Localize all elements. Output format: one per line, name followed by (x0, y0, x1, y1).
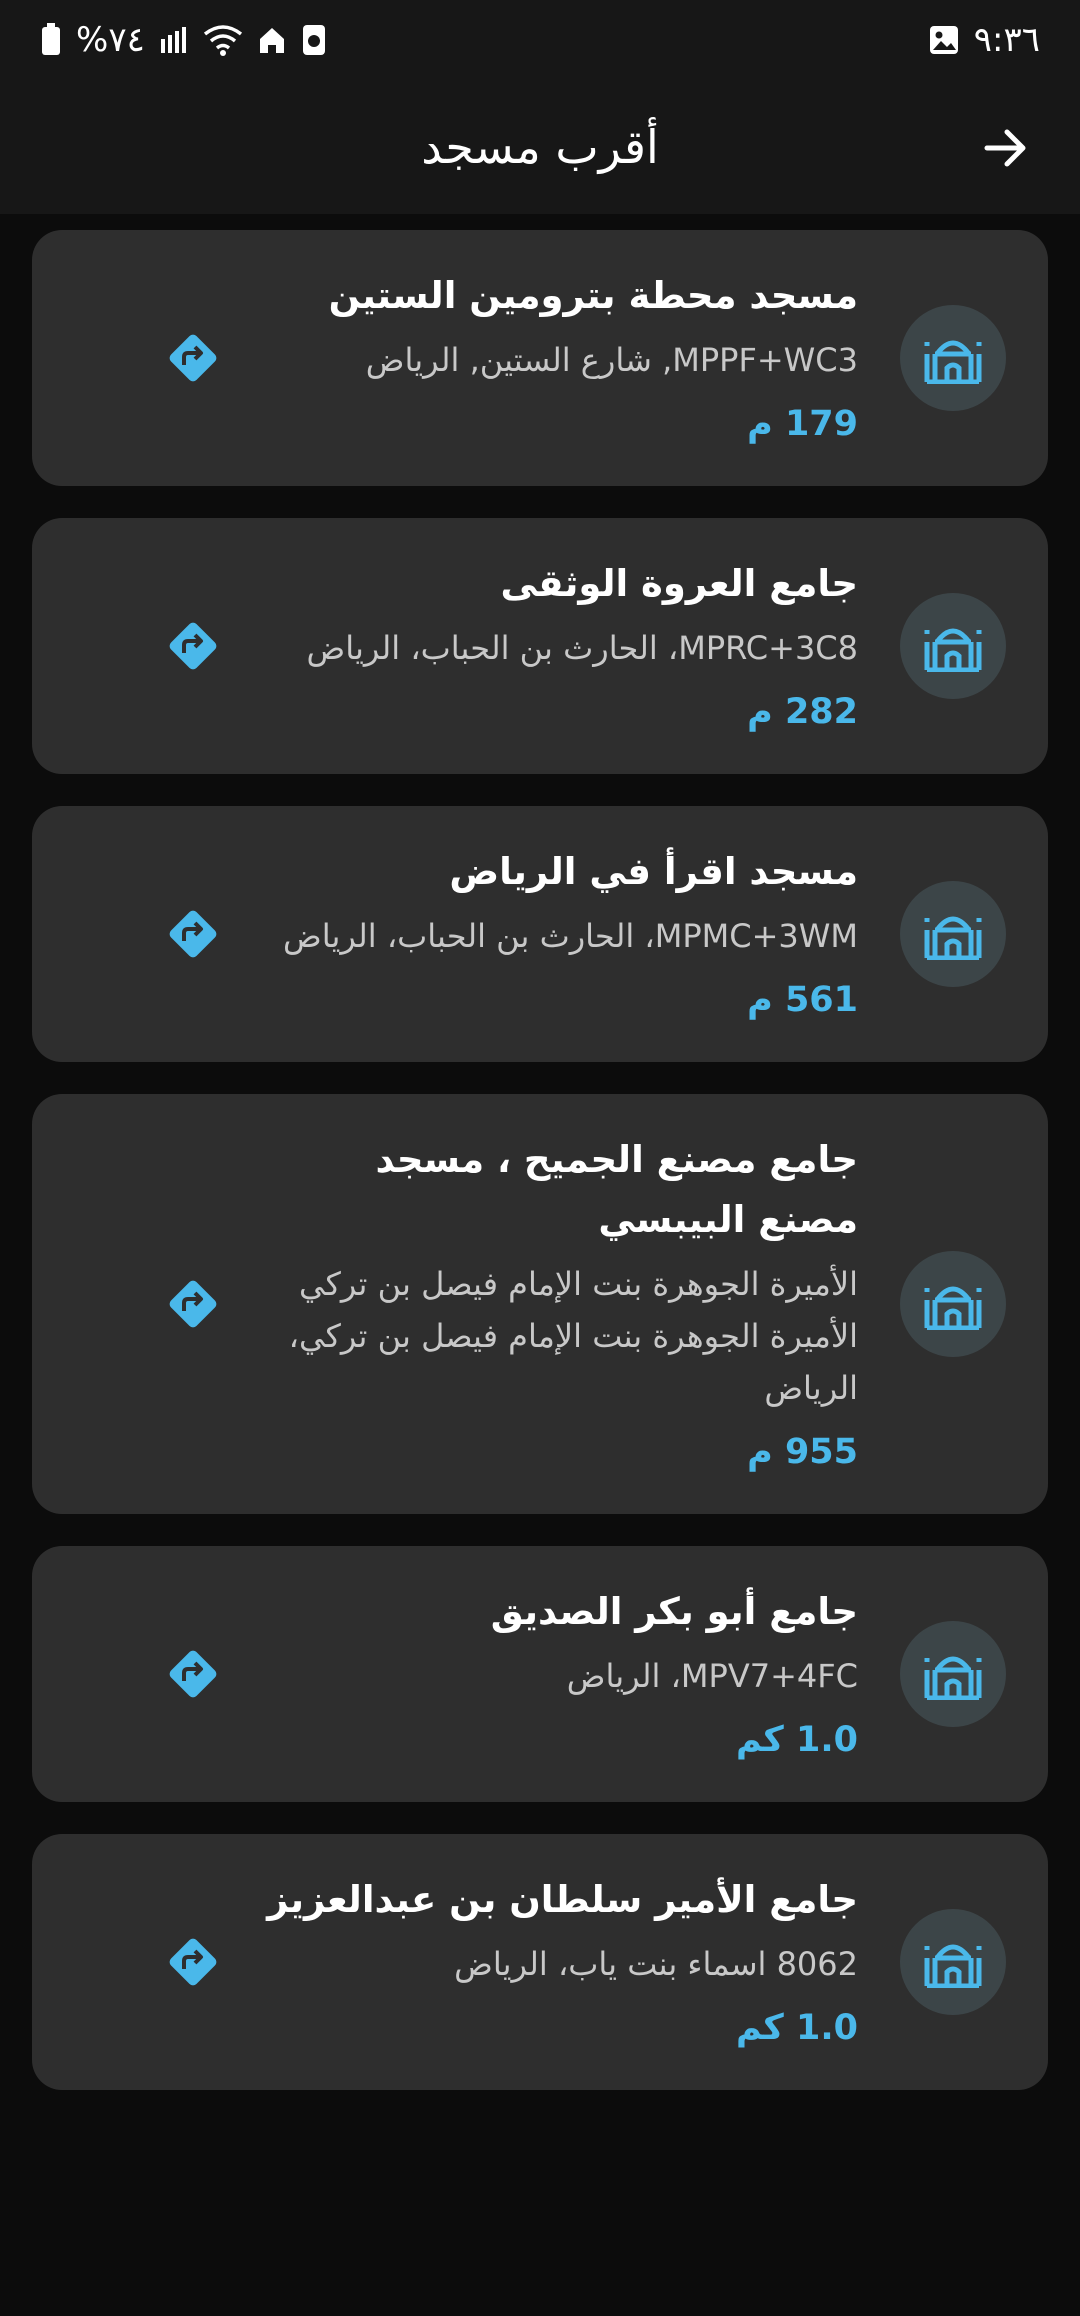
mosque-address: 8062 اسماء بنت ياب، الرياض (454, 1945, 858, 1983)
mosque-name: جامع الأمير سلطان بن عبدالعزيز (267, 1878, 858, 1921)
mosque-distance: 282 م (747, 692, 858, 732)
page-title: أقرب مسجد (421, 120, 659, 174)
directions-icon (169, 1280, 217, 1328)
app-bar: أقرب مسجد (0, 80, 1080, 214)
directions-icon (169, 622, 217, 670)
directions-button[interactable] (160, 325, 226, 391)
mosque-name: جامع مصنع الجميح ، مسجد مصنع البيبسي (375, 1138, 858, 1241)
mosque-distance: 561 م (747, 980, 858, 1020)
directions-icon (169, 910, 217, 958)
mosque-avatar (900, 1251, 1006, 1357)
directions-button[interactable] (160, 613, 226, 679)
status-left: %٧٤ (40, 20, 327, 60)
mosque-address: MPPF+WC3, شارع الستين, الرياض (365, 341, 858, 379)
battery-icon (42, 23, 60, 55)
directions-icon (169, 1650, 217, 1698)
directions-button[interactable] (160, 1641, 226, 1707)
mosque-card[interactable]: مسجد اقرأ في الرياض MPMC+3WM، الحارث بن … (32, 806, 1048, 1062)
mosque-info: جامع الأمير سلطان بن عبدالعزيز 8062 اسما… (266, 1870, 858, 2054)
directions-button[interactable] (160, 901, 226, 967)
directions-button[interactable] (160, 1929, 226, 1995)
clock: ٩:٣٦ (973, 20, 1040, 60)
mosque-name: جامع العروة الوثقى (500, 562, 858, 605)
back-button[interactable] (976, 118, 1036, 178)
mosque-name: جامع أبو بكر الصديق (490, 1590, 858, 1633)
mosque-info: جامع مصنع الجميح ، مسجد مصنع البيبسي الأ… (266, 1130, 858, 1478)
mosque-avatar (900, 305, 1006, 411)
mosque-icon (924, 340, 982, 384)
mosque-card[interactable]: جامع الأمير سلطان بن عبدالعزيز 8062 اسما… (32, 1834, 1048, 2090)
battery-percent: %٧٤ (76, 20, 145, 60)
mosque-icon (924, 1286, 982, 1330)
mosque-info: جامع أبو بكر الصديق MPV7+4FC، الرياض 1.0… (266, 1582, 858, 1766)
mosque-avatar (900, 1909, 1006, 2015)
mosque-list: مسجد محطة بترومين الستين MPPF+WC3, شارع … (32, 230, 1048, 2122)
arrow-right-icon (984, 129, 1026, 167)
mosque-distance: 179 م (747, 404, 858, 444)
status-right: ٩:٣٦ (928, 20, 1040, 60)
mosque-avatar (900, 1621, 1006, 1727)
mosque-name: مسجد اقرأ في الرياض (449, 850, 858, 893)
mosque-distance: 1.0 كم (735, 2008, 858, 2048)
mosque-icon (924, 916, 982, 960)
directions-icon (169, 1938, 217, 1986)
directions-icon (169, 334, 217, 382)
image-icon (929, 26, 958, 54)
mosque-avatar (900, 881, 1006, 987)
status-bar: %٧٤ ٩:٣٦ (0, 0, 1080, 80)
wifi-icon (203, 25, 242, 56)
mosque-icon (924, 1656, 982, 1700)
mosque-distance: 1.0 كم (735, 1720, 858, 1760)
mosque-card[interactable]: مسجد محطة بترومين الستين MPPF+WC3, شارع … (32, 230, 1048, 486)
mosque-info: جامع العروة الوثقى MPRC+3C8، الحارث بن ا… (266, 554, 858, 738)
signal-icon (160, 27, 186, 53)
mosque-icon (924, 1944, 982, 1988)
recycle-icon (302, 25, 325, 55)
mosque-avatar (900, 593, 1006, 699)
directions-button[interactable] (160, 1271, 226, 1337)
mosque-address: الأميرة الجوهرة بنت الإمام فيصل بن تركي … (288, 1265, 858, 1407)
mosque-info: مسجد محطة بترومين الستين MPPF+WC3, شارع … (266, 266, 858, 450)
mosque-address: MPMC+3WM، الحارث بن الحباب، الرياض (283, 917, 858, 955)
mosque-name: مسجد محطة بترومين الستين (328, 274, 858, 317)
mosque-address: MPRC+3C8، الحارث بن الحباب، الرياض (306, 629, 858, 667)
mosque-card[interactable]: جامع أبو بكر الصديق MPV7+4FC، الرياض 1.0… (32, 1546, 1048, 1802)
mosque-card[interactable]: جامع مصنع الجميح ، مسجد مصنع البيبسي الأ… (32, 1094, 1048, 1514)
mosque-distance: 955 م (747, 1432, 858, 1472)
mosque-info: مسجد اقرأ في الرياض MPMC+3WM، الحارث بن … (266, 842, 858, 1026)
mosque-card[interactable]: جامع العروة الوثقى MPRC+3C8، الحارث بن ا… (32, 518, 1048, 774)
home-icon (259, 28, 284, 53)
mosque-icon (924, 628, 982, 672)
mosque-address: MPV7+4FC، الرياض (566, 1657, 858, 1695)
